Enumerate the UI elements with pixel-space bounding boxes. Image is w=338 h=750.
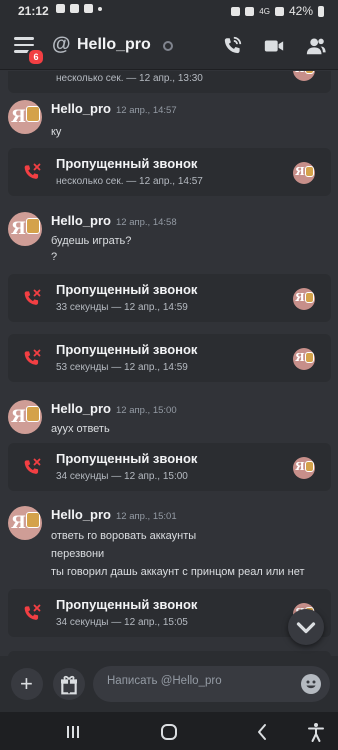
status-bar: 21:12 4G 42% [0,0,338,22]
home-icon[interactable] [158,721,180,743]
add-attachment-button[interactable]: + [11,668,43,700]
call-title: Пропущенный звонок [56,451,198,466]
call-details: несколько сек. — 12 апр., 14:57 [56,176,203,187]
message-text: ауух ответь [51,423,110,435]
jump-to-bottom-button[interactable] [288,609,324,645]
missed-call-icon [24,458,41,474]
call-title: Пропущенный звонок [56,156,198,171]
plus-icon: + [20,671,33,696]
gift-button[interactable] [53,668,85,700]
offline-status-icon [163,41,173,51]
missed-call-icon [24,163,41,179]
mute-icon [245,6,255,16]
call-title: Пропущенный звонок [56,597,198,612]
chevron-down-icon [296,622,316,634]
discord-notification-icon [56,4,65,13]
call-participant-avatar: Я [293,457,315,479]
more-notifications-icon [98,6,102,11]
system-navigation-bar [0,712,338,750]
message-input[interactable] [107,675,287,687]
message-timestamp: 12 апр., 14:58 [116,217,177,228]
signal-icon [274,6,284,16]
message-timestamp: 12 апр., 14:57 [116,105,177,116]
back-icon[interactable] [252,721,274,743]
call-participant-avatar: Я [293,71,315,81]
emoji-icon[interactable] [301,674,321,694]
accessibility-icon[interactable] [305,721,327,743]
unread-badge: 6 [27,48,45,66]
members-icon[interactable] [305,35,327,57]
message-text: будешь играть? [51,235,132,247]
call-participant-avatar: Я [293,288,315,310]
call-details: 53 секунды — 12 апр., 14:59 [56,362,188,373]
channel-title[interactable]: Hello_pro [77,36,151,54]
message-author[interactable]: Hello_pro [51,101,111,116]
battery-saver-icon [231,6,241,16]
battery-percent: 42% [288,4,313,18]
network-type: 4G [259,6,270,16]
channel-header: 6 @ Hello_pro [0,22,338,70]
message-text: перезвони [51,548,105,560]
message-timestamp: 12 апр., 15:00 [116,405,177,416]
call-participant-avatar: Я [293,348,315,370]
message-text: ? [51,251,58,263]
message-text: ты говорил дашь аккаунт с принцом реал и… [51,566,305,578]
missed-call-card: Пропущенный звонок 34 секунды — 12 апр.,… [8,443,331,491]
avatar[interactable]: Я [8,100,42,134]
avatar[interactable]: Я [8,212,42,246]
avatar[interactable]: Я [8,400,42,434]
message-composer: + [0,656,338,712]
call-details: 34 секунды — 12 апр., 15:00 [56,471,188,482]
system-status: 4G 42% [231,4,324,18]
gamepad-notification-icon [70,4,79,13]
call-title: Пропущенный звонок [56,282,198,297]
message-list[interactable]: несколько сек. — 12 апр., 13:30 Я Я Hell… [0,71,338,656]
missed-call-icon [24,604,41,620]
status-time: 21:12 [18,4,49,18]
recent-apps-icon[interactable] [62,721,84,743]
message-author[interactable]: Hello_pro [51,507,111,522]
message-author[interactable]: Hello_pro [51,401,111,416]
call-details: 33 секунды — 12 апр., 14:59 [56,302,188,313]
missed-call-card: Пропущенный звонок несколько сек. — 12 а… [8,148,331,196]
notification-icons [56,4,102,13]
call-icon[interactable] [221,35,243,57]
call-details: несколько сек. — 12 апр., 13:30 [56,73,203,84]
battery-icon [318,5,324,17]
message-text: ку [51,126,62,138]
call-title: Пропущенный звонок [56,342,198,357]
message-input-container [93,666,330,702]
image-notification-icon [84,4,93,13]
missed-call-card: несколько сек. — 12 апр., 13:30 Я [8,71,331,93]
gift-icon [61,675,77,695]
video-icon[interactable] [263,35,285,57]
missed-call-card: Пропущенный звонок 53 секунды — 12 апр.,… [8,334,331,382]
call-details: 34 секунды — 12 апр., 15:05 [56,617,188,628]
missed-call-icon [24,289,41,305]
message-author[interactable]: Hello_pro [51,213,111,228]
missed-call-card: Пропущенный звонок 34 секунды — 12 апр.,… [8,589,331,637]
at-icon: @ [52,34,71,55]
call-participant-avatar: Я [293,162,315,184]
missed-call-icon [24,349,41,365]
avatar[interactable]: Я [8,506,42,540]
message-text: ответь го воровать аккаунты [51,530,197,542]
message-timestamp: 12 апр., 15:01 [116,511,177,522]
missed-call-card: Пропущенный звонок 33 секунды — 12 апр.,… [8,274,331,322]
